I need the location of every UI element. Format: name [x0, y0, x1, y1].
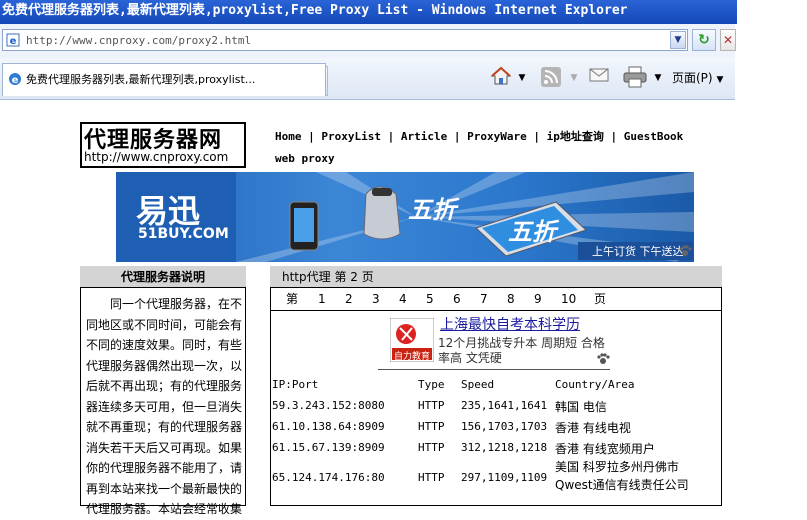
print-icon: [623, 66, 647, 88]
page-link-5[interactable]: 5: [426, 290, 434, 308]
row-2-speed: 156,1703,1703: [461, 420, 548, 433]
pager-suffix: 页: [594, 292, 607, 306]
row-1-ip: 59.3.243.152:8080: [272, 399, 385, 412]
row-4-area: 美国 科罗拉多州丹佛市Qwest通信有线责任公司: [555, 460, 689, 492]
row-1-area: 韩国 电信: [555, 400, 607, 414]
address-dropdown-button[interactable]: ▼: [670, 31, 686, 49]
nav-guestbook-link[interactable]: GuestBook: [624, 130, 684, 143]
row-4-speed: 297,1109,1109: [461, 471, 548, 484]
column-header-ip: IP:Port: [272, 378, 319, 391]
ad-description-2: 率高 文凭硬: [438, 351, 502, 365]
svg-text:e: e: [10, 36, 17, 47]
page-link-3[interactable]: 3: [372, 290, 380, 308]
home-icon: [490, 66, 512, 85]
svg-text:e: e: [12, 75, 19, 86]
ad-slogan: 上午订货 下午送达: [592, 245, 684, 258]
site-nav: Home | ProxyList | Article | ProxyWare |…: [275, 130, 684, 143]
row-3-speed: 312,1218,1218: [461, 441, 548, 454]
nav-article-link[interactable]: Article: [401, 130, 447, 143]
stop-button[interactable]: ✕: [720, 29, 736, 51]
refresh-button[interactable]: ↻: [692, 29, 716, 51]
page-link-2[interactable]: 2: [345, 290, 353, 308]
page-link-9[interactable]: 9: [534, 290, 542, 308]
home-dropdown-icon[interactable]: ▼: [516, 66, 528, 90]
proxy-list-title: http代理 第 2 页: [270, 266, 722, 288]
home-button[interactable]: [488, 66, 514, 90]
row-4-ip: 65.124.174.176:80: [272, 471, 385, 484]
row-3-type: HTTP: [418, 441, 445, 454]
nav-proxylist-link[interactable]: ProxyList: [321, 130, 381, 143]
row-2-ip: 61.10.138.64:8909: [272, 420, 385, 433]
ad-discount-1: 五折: [408, 196, 456, 224]
pager-divider: [270, 310, 722, 311]
proxy-info-title: 代理服务器说明: [80, 266, 246, 288]
ad-title-link[interactable]: 上海最快自考本科学历: [440, 314, 580, 334]
page-link-7[interactable]: 7: [480, 290, 488, 308]
row-4-type: HTTP: [418, 471, 445, 484]
page-link-6[interactable]: 6: [453, 290, 461, 308]
column-header-speed: Speed: [461, 378, 495, 391]
ad-logo-text: 自力教育: [394, 352, 431, 362]
mail-icon: [589, 68, 609, 82]
row-2-type: HTTP: [418, 420, 445, 433]
ad-banner[interactable]: 易迅 51BUY.COM 五折 五折 上午订货 下午送达: [116, 172, 694, 262]
ad-brand-sub: 51BUY.COM: [138, 226, 229, 242]
window-title-bar: 免费代理服务器列表,最新代理列表,proxylist,Free Proxy Li…: [0, 0, 737, 24]
column-header-area: Country/Area: [555, 378, 635, 391]
page-menu-button[interactable]: 页面(P) ▼: [672, 66, 732, 90]
page-link-8[interactable]: 8: [507, 290, 515, 308]
ad-logo[interactable]: 自力教育: [389, 317, 435, 363]
tab-page-icon: e: [9, 73, 21, 86]
tab-label[interactable]: 免费代理服务器列表,最新代理列表,proxylist...: [26, 70, 255, 90]
ad-divider: [378, 369, 610, 370]
nav-web-proxy-link[interactable]: web proxy: [275, 152, 335, 165]
row-3-area: 香港 有线宽频用户: [555, 442, 655, 456]
address-url[interactable]: http://www.cnproxy.com/proxy2.html: [26, 30, 251, 52]
page-menu-dropdown-icon: ▼: [716, 75, 724, 85]
page-menu-label: 页面(P): [672, 71, 713, 85]
print-dropdown-icon[interactable]: ▼: [652, 66, 664, 90]
paw-icon: [597, 353, 610, 364]
proxy-info-body: 同一个代理服务器，在不同地区或不同时间，可能会有不同的速度效果。同时，有些代理服…: [86, 297, 243, 516]
site-logo-url: http://www.cnproxy.com: [84, 150, 229, 164]
window-title: 免费代理服务器列表,最新代理列表,proxylist,Free Proxy Li…: [2, 3, 628, 18]
rss-icon: [541, 67, 561, 87]
feeds-button[interactable]: [538, 66, 564, 90]
row-2-area: 香港 有线电视: [555, 421, 631, 435]
page-icon: e: [6, 33, 20, 47]
nav-proxyware-link[interactable]: ProxyWare: [467, 130, 527, 143]
row-1-type: HTTP: [418, 399, 445, 412]
feeds-dropdown-icon[interactable]: ▼: [568, 66, 580, 90]
mail-button[interactable]: [586, 66, 612, 90]
ad-discount-2: 五折: [508, 218, 556, 246]
paw-icon: [679, 245, 692, 256]
page-link-10[interactable]: 10: [561, 290, 576, 308]
row-3-ip: 61.15.67.139:8909: [272, 441, 385, 454]
page-link-1[interactable]: 1: [318, 290, 326, 308]
column-header-type: Type: [418, 378, 445, 391]
print-button[interactable]: [620, 66, 650, 90]
row-1-speed: 235,1641,1641: [461, 399, 548, 412]
pager-prefix: 第: [286, 292, 299, 306]
nav-ip-lookup-link[interactable]: ip地址查询: [547, 130, 604, 143]
page-link-4[interactable]: 4: [399, 290, 407, 308]
nav-home-link[interactable]: Home: [275, 130, 302, 143]
